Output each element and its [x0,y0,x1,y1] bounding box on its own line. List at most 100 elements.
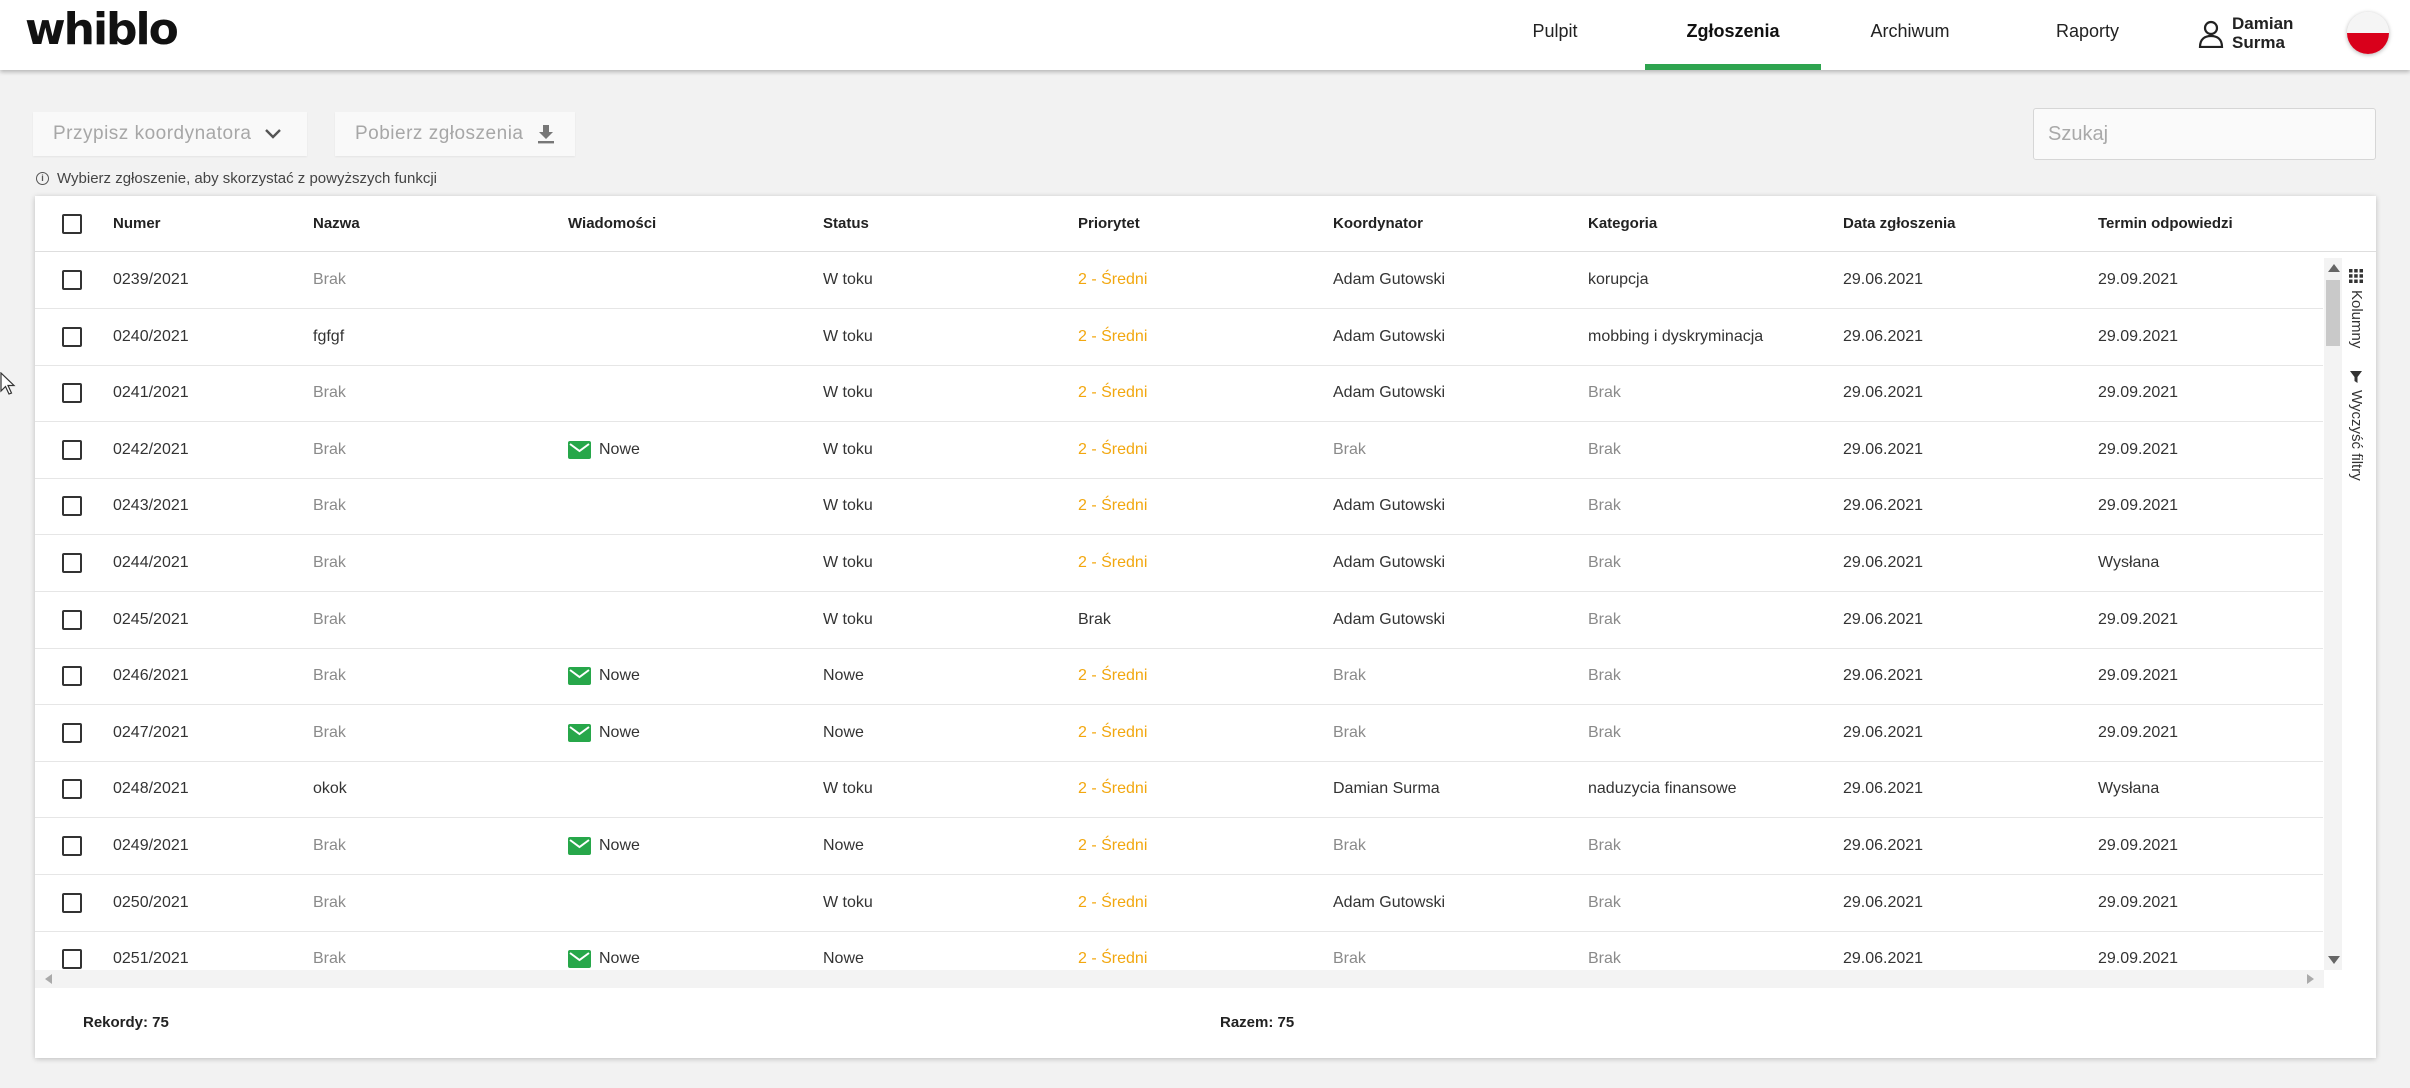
table-row[interactable]: 0248/2021 okok W toku 2 - Średni Damian Surm… [35,761,2323,819]
column-header-priorytet[interactable]: Priorytet [1078,196,1140,252]
nav-item-raporty[interactable]: Raporty [2025,0,2150,70]
row-checkbox[interactable] [62,609,82,630]
top-navigation-bar: whiblo Pulpit Zgłoszenia Archiwum Raport… [0,0,2410,70]
cell-priority: 2 - Średni [1078,384,1148,402]
cell-name: okok [313,780,347,798]
cell-date: 29.06.2021 [1843,554,1924,571]
cell-category: Brak [1588,384,1621,402]
row-checkbox[interactable] [62,496,82,517]
download-reports-button[interactable]: Pobierz zgłoszenia [335,112,575,156]
cell-status: W toku [823,554,873,571]
horizontal-scrollbar[interactable] [35,970,2324,988]
cell-status: W toku [823,327,873,345]
cell-priority: 2 - Średni [1078,723,1148,741]
cell-date: 29.06.2021 [1843,384,1924,402]
vertical-scrollbar[interactable] [2324,258,2342,970]
table-row[interactable]: 0242/2021 Brak Nowe W toku 2 - Średni Brak Bra… [35,422,2323,479]
table-row[interactable]: 0240/2021 fgfgf W toku 2 - Średni Adam Gutow… [35,309,2323,366]
nav-item-zgloszenia[interactable]: Zgłoszenia [1645,0,1821,70]
cell-category: Brak [1588,667,1621,685]
cell-category: Brak [1588,497,1621,515]
cell-category: korupcja [1588,271,1649,288]
cell-number: 0249/2021 [113,837,189,854]
cell-priority: 2 - Średni [1078,497,1148,515]
table-row[interactable]: 0250/2021 Brak W toku 2 - Średni Adam Gutows… [35,875,2323,932]
app-logo[interactable]: whiblo [25,4,179,55]
column-header-termin[interactable]: Termin odpowiedzi [2098,196,2233,252]
row-checkbox[interactable] [62,949,82,970]
envelope-icon [568,837,591,855]
table-row[interactable]: 0239/2021 Brak W toku 2 - Średni Adam Gutows… [35,252,2323,309]
cell-name: Brak [313,667,346,685]
cell-number: 0245/2021 [113,610,189,628]
cell-name: Brak [313,723,346,741]
cell-category: Brak [1588,893,1621,911]
cell-date: 29.06.2021 [1843,440,1924,458]
cell-date: 29.06.2021 [1843,327,1924,345]
cell-name: Brak [313,950,346,968]
cell-deadline: 29.09.2021 [2098,327,2179,345]
row-checkbox[interactable] [62,439,82,460]
table-row[interactable]: 0246/2021 Brak Nowe Nowe 2 - Średni Brak Brak 2… [35,648,2323,706]
column-header-status[interactable]: Status [823,196,869,252]
cell-priority: 2 - Średni [1078,667,1148,685]
row-checkbox[interactable] [62,666,82,687]
cell-number: 0247/2021 [113,723,189,741]
message-status-label: Nowe [599,723,640,741]
row-checkbox[interactable] [62,553,82,573]
cell-coordinator: Adam Gutowski [1333,384,1446,402]
assign-coordinator-button[interactable]: Przypisz koordynatora [33,112,307,156]
search-input[interactable] [2033,108,2376,160]
cell-number: 0244/2021 [113,554,189,571]
row-checkbox[interactable] [62,722,82,743]
nav-item-pulpit[interactable]: Pulpit [1490,0,1620,70]
column-header-wiadomosci[interactable]: Wiadomości [568,196,656,252]
envelope-icon [568,440,591,459]
table-row[interactable]: 0243/2021 Brak W toku 2 - Średni Adam Gutows… [35,478,2323,536]
row-checkbox[interactable] [62,270,82,290]
cell-category: Brak [1588,723,1621,741]
cell-category: naduzycia finansowe [1588,780,1737,798]
cell-number: 0242/2021 [113,440,189,458]
table-row[interactable]: 0247/2021 Brak Nowe Nowe 2 - Średni Brak Brak 2… [35,705,2323,762]
cell-name: fgfgf [313,327,345,345]
cell-date: 29.06.2021 [1843,893,1924,911]
records-count: Rekordy: 75 [83,1014,169,1031]
column-header-kategoria[interactable]: Kategoria [1588,196,1657,252]
row-checkbox[interactable] [62,383,82,404]
table-row[interactable]: 0245/2021 Brak W toku Brak Adam Gutowski Brak… [35,592,2323,649]
table-row[interactable]: 0249/2021 Brak Nowe Nowe 2 - Średni Brak Brak 2… [35,818,2323,875]
cell-coordinator: Adam Gutowski [1333,610,1446,628]
cell-category: Brak [1588,610,1621,628]
select-all-checkbox[interactable] [62,214,82,234]
cell-name: Brak [313,384,346,402]
column-header-data[interactable]: Data zgłoszenia [1843,196,1956,252]
user-last-name: Surma [2232,33,2285,52]
clear-filters-button[interactable]: Wyczyść filtry [2348,370,2365,481]
cell-name: Brak [313,271,346,288]
cell-name: Brak [313,554,346,571]
column-header-koordynator[interactable]: Koordynator [1333,196,1423,252]
table-row[interactable]: 0241/2021 Brak W toku 2 - Średni Adam Gutows… [35,365,2323,423]
message-status-label: Nowe [599,950,640,968]
column-header-nazwa[interactable]: Nazwa [313,196,360,252]
language-flag-icon[interactable] [2347,12,2389,54]
row-checkbox[interactable] [62,326,82,347]
columns-toggle-button[interactable]: Kolumny [2348,268,2365,348]
columns-grid-icon [2348,268,2365,284]
cell-deadline: 29.09.2021 [2098,384,2179,402]
cell-deadline: 29.09.2021 [2098,723,2179,741]
clear-filters-label: Wyczyść filtry [2348,390,2365,481]
cell-number: 0240/2021 [113,327,189,345]
chevron-down-icon [265,129,282,139]
table-row[interactable]: 0244/2021 Brak W toku 2 - Średni Adam Gutows… [35,535,2323,592]
row-checkbox[interactable] [62,892,82,913]
download-reports-label: Pobierz zgłoszenia [355,123,524,144]
column-header-numer[interactable]: Numer [113,196,161,252]
cell-date: 29.06.2021 [1843,610,1924,628]
nav-item-archiwum[interactable]: Archiwum [1845,0,1975,70]
table-row[interactable]: 0251/2021 Brak Nowe Nowe 2 - Średni Brak Brak 2… [35,931,2323,970]
row-checkbox[interactable] [62,779,82,800]
cell-category: Brak [1588,950,1621,968]
row-checkbox[interactable] [62,836,82,856]
